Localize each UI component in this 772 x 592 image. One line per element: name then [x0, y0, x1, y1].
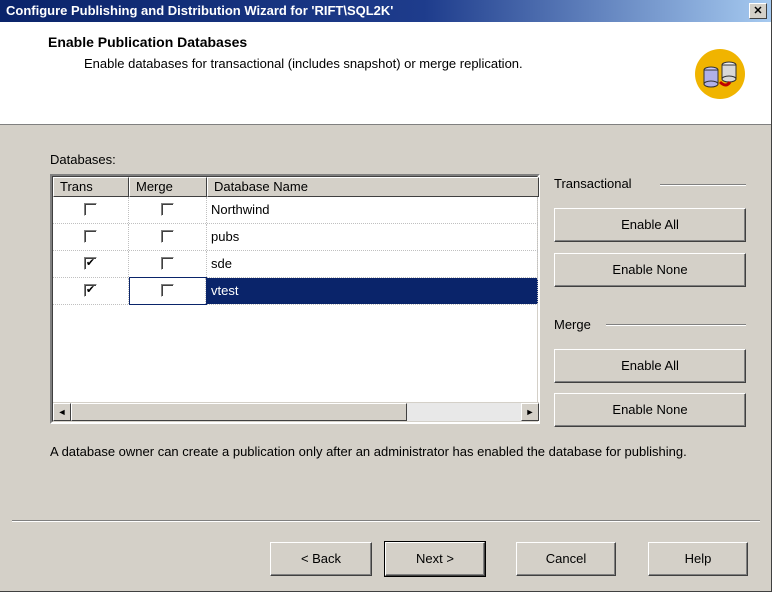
transactional-divider: [660, 184, 746, 186]
merge-enable-all-button[interactable]: Enable All: [554, 349, 746, 383]
table-row[interactable]: ✔ sde: [53, 251, 538, 278]
merge-checkbox[interactable]: [161, 230, 174, 243]
title-bar[interactable]: Configure Publishing and Distribution Wi…: [0, 0, 771, 22]
scroll-right-button[interactable]: ►: [521, 403, 539, 421]
column-header-trans[interactable]: Trans: [53, 177, 129, 197]
table-row[interactable]: pubs: [53, 224, 538, 251]
databases-label: Databases:: [50, 152, 116, 167]
merge-divider: [606, 324, 746, 326]
wizard-window: Configure Publishing and Distribution Wi…: [0, 0, 772, 592]
scroll-left-button[interactable]: ◄: [53, 403, 71, 421]
merge-checkbox[interactable]: [161, 203, 174, 216]
close-icon: ✕: [753, 5, 763, 17]
trans-checkbox[interactable]: ✔: [84, 284, 97, 297]
merge-checkbox[interactable]: [161, 284, 174, 297]
close-button[interactable]: ✕: [749, 3, 767, 19]
horizontal-scrollbar[interactable]: ◄ ►: [53, 402, 539, 421]
next-button[interactable]: Next >: [384, 541, 486, 577]
arrow-right-icon: ►: [525, 407, 535, 417]
table-row[interactable]: Northwind: [53, 197, 538, 224]
cancel-button[interactable]: Cancel: [516, 542, 616, 576]
wizard-header: Enable Publication Databases Enable data…: [0, 22, 771, 125]
databases-list[interactable]: Trans Merge Database Name Northwind pubs…: [50, 174, 540, 424]
trans-checkbox[interactable]: ✔: [84, 257, 97, 270]
database-replication-icon: [695, 49, 745, 99]
database-name: sde: [207, 251, 538, 277]
merge-checkbox[interactable]: [161, 257, 174, 270]
checkmark-icon: ✔: [85, 257, 96, 269]
trans-checkbox[interactable]: [84, 230, 97, 243]
page-subtitle: Enable databases for transactional (incl…: [84, 56, 523, 71]
back-button[interactable]: < Back: [270, 542, 372, 576]
help-button[interactable]: Help: [648, 542, 748, 576]
transactional-group-label: Transactional: [554, 176, 632, 191]
publishing-note: A database owner can create a publicatio…: [50, 444, 687, 459]
merge-enable-none-button[interactable]: Enable None: [554, 393, 746, 427]
transactional-enable-all-button[interactable]: Enable All: [554, 208, 746, 242]
database-name: vtest: [207, 278, 538, 304]
merge-group-label: Merge: [554, 317, 591, 332]
database-name: pubs: [207, 224, 538, 250]
window-title: Configure Publishing and Distribution Wi…: [6, 3, 394, 18]
footer-separator: [12, 520, 760, 522]
scroll-thumb[interactable]: [71, 403, 407, 421]
transactional-enable-none-button[interactable]: Enable None: [554, 253, 746, 287]
database-name: Northwind: [207, 197, 538, 223]
column-header-merge[interactable]: Merge: [129, 177, 207, 197]
trans-checkbox[interactable]: [84, 203, 97, 216]
column-header-database-name[interactable]: Database Name: [207, 177, 539, 197]
page-title: Enable Publication Databases: [48, 34, 248, 50]
checkmark-icon: ✔: [85, 284, 96, 296]
arrow-left-icon: ◄: [57, 407, 67, 417]
table-row[interactable]: ✔ vtest: [53, 277, 538, 305]
